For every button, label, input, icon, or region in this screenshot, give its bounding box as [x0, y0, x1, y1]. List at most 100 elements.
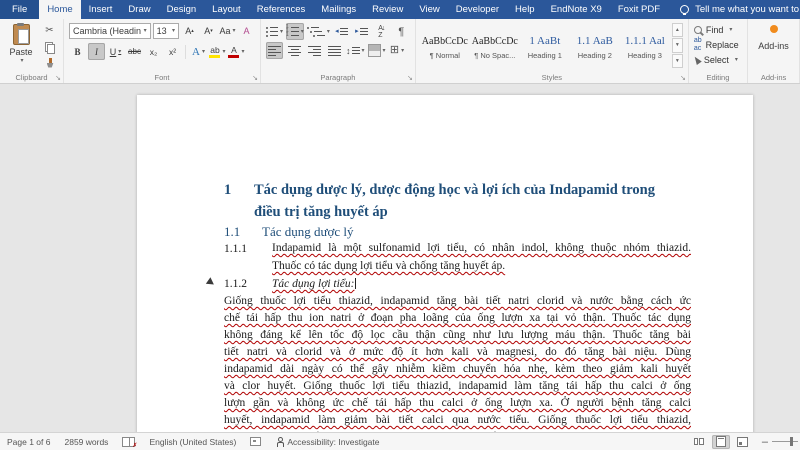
clear-formatting-button[interactable]: A — [238, 22, 255, 39]
collapse-triangle-icon[interactable] — [205, 277, 217, 288]
replace-button[interactable]: ab ac Replace — [694, 37, 742, 52]
tab-references[interactable]: References — [249, 0, 314, 19]
tab-design[interactable]: Design — [159, 0, 205, 19]
heading-1-line-2: điều trị tăng huyết áp — [254, 204, 388, 220]
borders-button[interactable]: ⊞ ▾ — [389, 42, 406, 59]
styles-scroll-up[interactable]: ▲ — [671, 23, 683, 38]
paragraph-group-label: Paragraph — [320, 73, 356, 82]
accessibility-checker[interactable]: Accessibility: Investigate — [268, 436, 386, 447]
line-spacing-button[interactable]: ↕ ▾ — [346, 42, 365, 59]
font-size-combo[interactable]: 13 ▾ — [152, 22, 179, 39]
tell-me-box[interactable]: Tell me what you want to do — [680, 0, 800, 19]
bullets-button[interactable]: ▾ — [266, 23, 283, 40]
page-indicator[interactable]: Page 1 of 6 — [0, 437, 57, 447]
grow-font-button[interactable]: A ▴ — [181, 22, 198, 39]
tab-view[interactable]: View — [411, 0, 447, 19]
pilcrow-icon: ¶ — [398, 25, 405, 38]
justify-button[interactable] — [326, 42, 343, 59]
highlight-button[interactable]: ab ▾ — [209, 43, 226, 60]
style-heading-3[interactable]: 1.1.1 Aal Heading 3 — [621, 23, 669, 70]
justify-icon — [328, 45, 341, 56]
style-heading-1[interactable]: 1 AaBt Heading 1 — [521, 23, 569, 70]
tab-developer[interactable]: Developer — [448, 0, 507, 19]
body-paragraph: Giống thuốc lợi tiểu thiazid, indapamid … — [224, 293, 691, 446]
tab-draw[interactable]: Draw — [120, 0, 158, 19]
align-left-button[interactable] — [266, 42, 283, 59]
tab-review[interactable]: Review — [364, 0, 411, 19]
page[interactable]: 1 Tác dụng dược lý, dược động học và lợi… — [137, 95, 753, 450]
bold-button[interactable]: B — [69, 43, 86, 60]
shading-button[interactable]: ▾ — [367, 42, 386, 59]
numbering-button[interactable]: ▾ — [286, 23, 304, 40]
accessibility-person-icon — [275, 436, 284, 447]
font-name-combo[interactable]: Cambria (Headin ▾ — [69, 22, 151, 39]
align-right-button[interactable] — [306, 42, 323, 59]
tab-layout[interactable]: Layout — [204, 0, 249, 19]
tab-foxit-pdf[interactable]: Foxit PDF — [610, 0, 668, 19]
tab-file[interactable]: File — [0, 0, 40, 19]
word-count[interactable]: 2859 words — [57, 437, 115, 447]
tab-endnote[interactable]: EndNote X9 — [543, 0, 610, 19]
font-group-label: Font — [154, 73, 170, 82]
text-effects-button[interactable]: A ▾ — [190, 43, 207, 60]
sort-icon: A↓ Z — [378, 24, 385, 39]
format-painter-button[interactable] — [41, 56, 58, 70]
cut-button[interactable]: ✂ — [41, 24, 58, 38]
zoom-slider[interactable] — [772, 437, 798, 446]
body-line: và clor huyết. Giống thuốc lợi tiểu thia… — [224, 380, 691, 392]
heading-2-number: 1.1 — [224, 224, 241, 239]
heading-3-number: 1.1.1 — [224, 243, 247, 255]
paragraph-dialog-launcher[interactable]: ↘ — [407, 75, 413, 82]
styles-group: AaBbCcDc ¶ Normal AaBbCcDc ¶ No Spac... … — [416, 19, 689, 83]
clipboard-group-label: Clipboard — [15, 73, 48, 82]
tab-home[interactable]: Home — [39, 0, 81, 19]
paste-dropdown-icon[interactable]: ▾ — [20, 57, 23, 64]
style-normal[interactable]: AaBbCcDc ¶ Normal — [421, 23, 469, 70]
superscript-button[interactable]: x² — [164, 43, 181, 60]
sort-button[interactable]: A↓ Z — [373, 23, 390, 40]
tab-insert[interactable]: Insert — [81, 0, 121, 19]
italic-button[interactable]: I — [88, 43, 105, 60]
shrink-font-button[interactable]: A ▾ — [200, 22, 217, 39]
read-mode-button[interactable] — [690, 435, 708, 449]
multilevel-list-button[interactable]: ▾ — [307, 23, 330, 40]
select-button[interactable]: Select ▾ — [692, 53, 742, 66]
tab-mailings[interactable]: Mailings — [313, 0, 364, 19]
font-color-button[interactable]: A ▾ — [228, 43, 245, 60]
body-line: indapamid dài ngày có thể gây nhiễm kiềm… — [224, 363, 691, 375]
change-case-button[interactable]: Aa ▾ — [219, 22, 236, 39]
editing-group-label: Editing — [706, 73, 730, 82]
underline-button[interactable]: U ▾ — [107, 43, 124, 60]
subscript-button[interactable]: x₂ — [145, 43, 162, 60]
styles-dialog-launcher[interactable]: ↘ — [680, 75, 686, 82]
style-heading-2[interactable]: 1.1 AaB Heading 2 — [571, 23, 619, 70]
style-no-spacing[interactable]: AaBbCcDc ¶ No Spac... — [471, 23, 519, 70]
show-hide-marks-button[interactable]: ¶ — [393, 23, 410, 40]
body-line: huyết, indapamid làm giảm bài tiết calci… — [224, 414, 691, 426]
cursor-arrow-icon — [692, 54, 702, 65]
language-indicator[interactable]: English (United States) — [142, 437, 243, 447]
align-center-button[interactable] — [286, 42, 303, 59]
highlight-icon: ab — [209, 45, 221, 58]
macro-record-button[interactable] — [243, 437, 268, 446]
copy-button[interactable] — [41, 40, 58, 54]
borders-icon: ⊞ — [389, 44, 400, 56]
font-dialog-launcher[interactable]: ↘ — [252, 75, 258, 82]
styles-scroll-down[interactable]: ▼ — [671, 38, 683, 53]
decrease-indent-icon: ◂ — [335, 28, 348, 36]
decrease-indent-button[interactable]: ◂ — [333, 23, 350, 40]
clipboard-dialog-launcher[interactable]: ↘ — [55, 75, 61, 82]
proofing-errors-button[interactable] — [115, 436, 142, 449]
print-layout-button[interactable] — [711, 434, 730, 449]
increase-indent-button[interactable]: ▸ — [353, 23, 370, 40]
find-button[interactable]: Find ▾ — [693, 23, 742, 36]
web-layout-button[interactable] — [734, 435, 752, 449]
addins-group: Add-ins Add-ins — [748, 19, 800, 83]
paste-button[interactable]: Paste ▾ — [5, 22, 37, 70]
strikethrough-button[interactable]: abc — [126, 43, 143, 60]
tab-help[interactable]: Help — [507, 0, 543, 19]
styles-gallery-more[interactable]: ▼ — [671, 53, 683, 68]
addins-button[interactable]: Add-ins — [758, 41, 789, 51]
zoom-out-button[interactable]: – — [762, 436, 768, 448]
status-bar: Page 1 of 6 2859 words English (United S… — [0, 432, 800, 450]
